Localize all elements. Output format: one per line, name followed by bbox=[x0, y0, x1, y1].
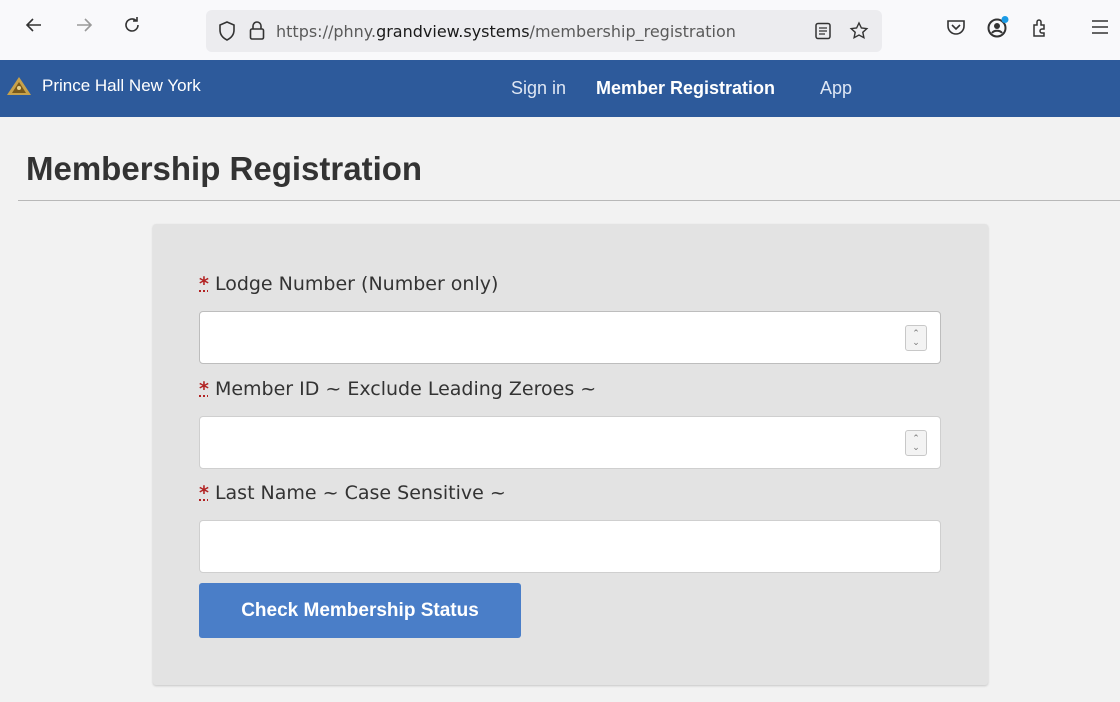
last-name-input[interactable] bbox=[199, 520, 941, 573]
brand-name: Prince Hall New York bbox=[42, 76, 201, 95]
nav-link-app[interactable]: App bbox=[820, 78, 852, 99]
site-navbar: Prince Hall New York Sign in Member Regi… bbox=[0, 60, 1120, 117]
arrow-right-icon bbox=[74, 15, 94, 41]
address-bar[interactable]: https://phny.grandview.systems/membershi… bbox=[206, 10, 882, 52]
forward-button[interactable] bbox=[70, 14, 98, 42]
member-id-stepper[interactable]: ⌃ ⌄ bbox=[905, 430, 927, 456]
reload-button[interactable] bbox=[118, 14, 146, 42]
hamburger-menu-icon bbox=[1091, 19, 1109, 40]
stepper-down-icon: ⌄ bbox=[912, 337, 920, 347]
lodge-number-stepper[interactable]: ⌃ ⌄ bbox=[905, 325, 927, 351]
extensions-button[interactable] bbox=[1026, 15, 1054, 43]
account-button[interactable] bbox=[984, 15, 1012, 43]
nav-link-member-registration[interactable]: Member Registration bbox=[596, 78, 775, 99]
nav-link-sign-in[interactable]: Sign in bbox=[511, 78, 566, 99]
stepper-down-icon: ⌄ bbox=[912, 442, 920, 452]
member-id-label: * Member ID ~ Exclude Leading Zeroes ~ bbox=[199, 378, 597, 400]
account-icon bbox=[986, 15, 1010, 44]
page-title: Membership Registration bbox=[26, 150, 423, 187]
pocket-icon bbox=[946, 18, 966, 41]
extensions-icon bbox=[1030, 17, 1050, 42]
lock-icon[interactable] bbox=[246, 20, 268, 42]
brand-link[interactable]: Prince Hall New York bbox=[6, 76, 201, 96]
reload-icon bbox=[122, 15, 142, 41]
back-button[interactable] bbox=[20, 14, 48, 42]
lodge-number-label: * Lodge Number (Number only) bbox=[199, 273, 499, 295]
lodge-number-input[interactable] bbox=[199, 311, 941, 364]
masonic-logo-icon bbox=[6, 76, 32, 96]
last-name-label: * Last Name ~ Case Sensitive ~ bbox=[199, 482, 506, 504]
star-icon[interactable] bbox=[848, 20, 870, 42]
required-marker: * bbox=[199, 273, 209, 295]
reader-view-icon[interactable] bbox=[812, 20, 834, 42]
required-marker: * bbox=[199, 378, 209, 400]
app-menu-button[interactable] bbox=[1086, 15, 1114, 43]
arrow-left-icon bbox=[24, 15, 44, 41]
check-membership-status-button[interactable]: Check Membership Status bbox=[199, 583, 521, 638]
shield-icon[interactable] bbox=[216, 20, 238, 42]
required-marker: * bbox=[199, 482, 209, 504]
member-id-input[interactable] bbox=[199, 416, 941, 469]
pocket-button[interactable] bbox=[942, 15, 970, 43]
divider bbox=[18, 200, 1120, 201]
url-text: https://phny.grandview.systems/membershi… bbox=[276, 21, 736, 41]
browser-toolbar: https://phny.grandview.systems/membershi… bbox=[0, 0, 1120, 60]
